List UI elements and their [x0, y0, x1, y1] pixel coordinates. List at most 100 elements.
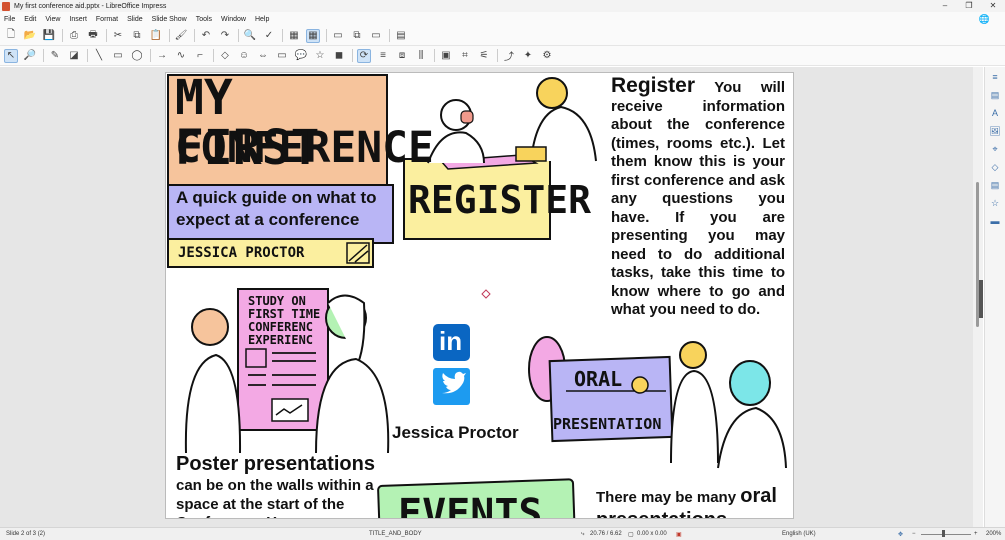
basic-shapes-icon[interactable]: ◇ [218, 49, 232, 63]
arrange-icon[interactable]: ⧈ [395, 49, 409, 63]
cut-icon[interactable]: ✂ [111, 29, 125, 43]
poster-body[interactable]: can be on the walls within a space at th… [176, 477, 401, 518]
lines-arrows-icon[interactable]: → [155, 49, 169, 63]
3d-objects-icon[interactable]: ◼ [332, 49, 346, 63]
paste-icon[interactable]: 📋 [149, 29, 163, 43]
clone-formatting-icon[interactable]: 🖌 [174, 29, 188, 43]
open-icon[interactable]: 📂 [23, 29, 37, 43]
curves-icon[interactable]: ∿ [174, 49, 188, 63]
find-replace-icon[interactable]: 🔍 [243, 29, 257, 43]
sidebar-menu-icon[interactable]: ≡ [989, 72, 1002, 85]
distribute-icon[interactable]: ⫼ [414, 49, 428, 63]
menu-window[interactable]: Window [221, 16, 246, 23]
menu-view[interactable]: View [45, 16, 60, 23]
fit-slide-icon[interactable]: ✥ [898, 531, 903, 538]
shadow-icon[interactable]: ▣ [439, 49, 453, 63]
delete-slide-icon[interactable]: ▭ [369, 29, 383, 43]
toggle-extrusion-icon[interactable]: ⚙ [540, 49, 554, 63]
undo-icon[interactable]: ↶ [199, 29, 213, 43]
block-arrows-icon[interactable]: ⇔ [256, 49, 270, 63]
new-slide-icon[interactable]: ⧉ [350, 29, 364, 43]
slide-number: Slide 2 of 3 (2) [6, 531, 46, 537]
display-views-icon[interactable]: ▭ [331, 29, 345, 43]
fill-color-icon[interactable]: ◪ [67, 49, 81, 63]
rotate-icon[interactable]: ⟳ [357, 48, 371, 63]
menu-insert[interactable]: Insert [69, 16, 87, 23]
crop-icon[interactable]: ⌗ [458, 49, 472, 63]
callouts-icon[interactable]: 💬 [294, 49, 308, 63]
zoom-out-icon[interactable]: − [912, 531, 916, 537]
line-color-icon[interactable]: ✎ [48, 49, 62, 63]
save-icon[interactable]: 💾 [42, 29, 56, 43]
sidebar-handle[interactable] [979, 280, 983, 318]
redo-icon[interactable]: ↷ [218, 29, 232, 43]
oral-word: oral [740, 485, 777, 507]
slide-transition-icon[interactable]: ▤ [989, 180, 1002, 193]
oral-sign-line2: PRESENTATION [553, 415, 662, 433]
filter-icon[interactable]: ⚟ [477, 49, 491, 63]
oral-paragraph[interactable]: There may be many oral presentations [596, 485, 791, 518]
export-pdf-icon[interactable]: ⎙ [67, 29, 81, 43]
globe-icon[interactable]: 🌐 [979, 14, 990, 25]
glue-points-icon[interactable]: ✦ [521, 49, 535, 63]
slide-canvas[interactable]: MY FIRST CONFERENCE A quick guide on wha… [165, 72, 794, 519]
guide-subtitle[interactable]: A quick guide on what to expect at a con… [176, 187, 390, 231]
menu-file[interactable]: File [4, 16, 15, 23]
spelling-icon[interactable]: ✓ [262, 29, 276, 43]
standard-toolbar: 🗋 📂 💾 ⎙ 🖶 ✂ ⧉ 📋 🖌 ↶ ↷ 🔍 ✓ ▦ ▦ ▭ ⧉ ▭ ▤ [0, 26, 1005, 46]
print-icon[interactable]: 🖶 [86, 29, 100, 43]
author-banner[interactable]: JESSICA PROCTOR [178, 245, 348, 261]
master-slides-icon[interactable]: ▬ [989, 216, 1002, 229]
poster-heading[interactable]: Poster presentations [176, 453, 401, 476]
connectors-icon[interactable]: ⌐ [193, 49, 207, 63]
new-icon[interactable]: 🗋 [4, 29, 18, 43]
register-paragraph[interactable]: Register You will receive information ab… [611, 75, 785, 320]
slide-layout-icon[interactable]: ▤ [394, 29, 408, 43]
grid-icon[interactable]: ▦ [287, 29, 301, 43]
helplines-icon[interactable]: ▦ [306, 28, 320, 43]
select-icon[interactable]: ↖ [4, 48, 18, 63]
align-icon[interactable]: ≡ [376, 49, 390, 63]
window-title: My first conference aid.pptx - LibreOffi… [14, 2, 167, 10]
menu-slide-show[interactable]: Slide Show [152, 16, 187, 23]
menu-edit[interactable]: Edit [24, 16, 36, 23]
rectangle-icon[interactable]: ▭ [111, 49, 125, 63]
symbol-shapes-icon[interactable]: ☺ [237, 49, 251, 63]
line-icon[interactable]: ╲ [92, 49, 106, 63]
zoom-icon[interactable]: 🔎 [23, 49, 37, 63]
impress-app-icon [2, 1, 10, 11]
zoom-level[interactable]: 200% [986, 531, 1001, 537]
copy-icon[interactable]: ⧉ [130, 29, 144, 43]
menu-slide[interactable]: Slide [127, 16, 143, 23]
points-icon[interactable]: ⤴ [502, 49, 516, 63]
zoom-slider[interactable] [921, 534, 971, 535]
poster-sign-line: EXPERIENC [248, 333, 314, 347]
menu-tools[interactable]: Tools [196, 16, 212, 23]
language[interactable]: English (UK) [782, 531, 816, 537]
sidebar-deck: ≡ ▤ A 🖼 ⌖ ◇ ▤ ☆ ▬ [984, 67, 1005, 527]
menu-help[interactable]: Help [255, 16, 269, 23]
slide-layout-name[interactable]: TITLE_AND_BODY [369, 531, 422, 537]
linkedin-icon[interactable]: in [439, 326, 469, 357]
status-bar: Slide 2 of 3 (2) TITLE_AND_BODY ⤷ 20.76 … [0, 527, 1005, 540]
minimize-button[interactable]: – [933, 0, 957, 12]
maximize-button[interactable]: ❐ [957, 0, 981, 12]
styles-icon[interactable]: A [989, 108, 1002, 121]
ellipse-icon[interactable]: ◯ [130, 49, 144, 63]
navigator-icon[interactable]: ⌖ [989, 144, 1002, 157]
title-bar: My first conference aid.pptx - LibreOffi… [0, 0, 1005, 12]
stars-icon[interactable]: ☆ [313, 49, 327, 63]
animation-icon[interactable]: ☆ [989, 198, 1002, 211]
author-name[interactable]: Jessica Proctor [392, 423, 532, 443]
gallery-icon[interactable]: 🖼 [989, 126, 1002, 139]
properties-icon[interactable]: ▤ [989, 90, 1002, 103]
zoom-in-icon[interactable]: + [974, 531, 978, 537]
document-modified-icon[interactable]: ▣ [676, 531, 682, 538]
menu-format[interactable]: Format [96, 16, 118, 23]
zoom-slider-handle[interactable] [942, 530, 945, 537]
close-button[interactable]: ✕ [981, 0, 1005, 12]
cursor-position: 20.76 / 6.62 [590, 531, 622, 537]
flowchart-icon[interactable]: ▭ [275, 49, 289, 63]
conference-title-line2[interactable]: CONFERENCE [175, 123, 434, 173]
shapes-icon[interactable]: ◇ [989, 162, 1002, 175]
